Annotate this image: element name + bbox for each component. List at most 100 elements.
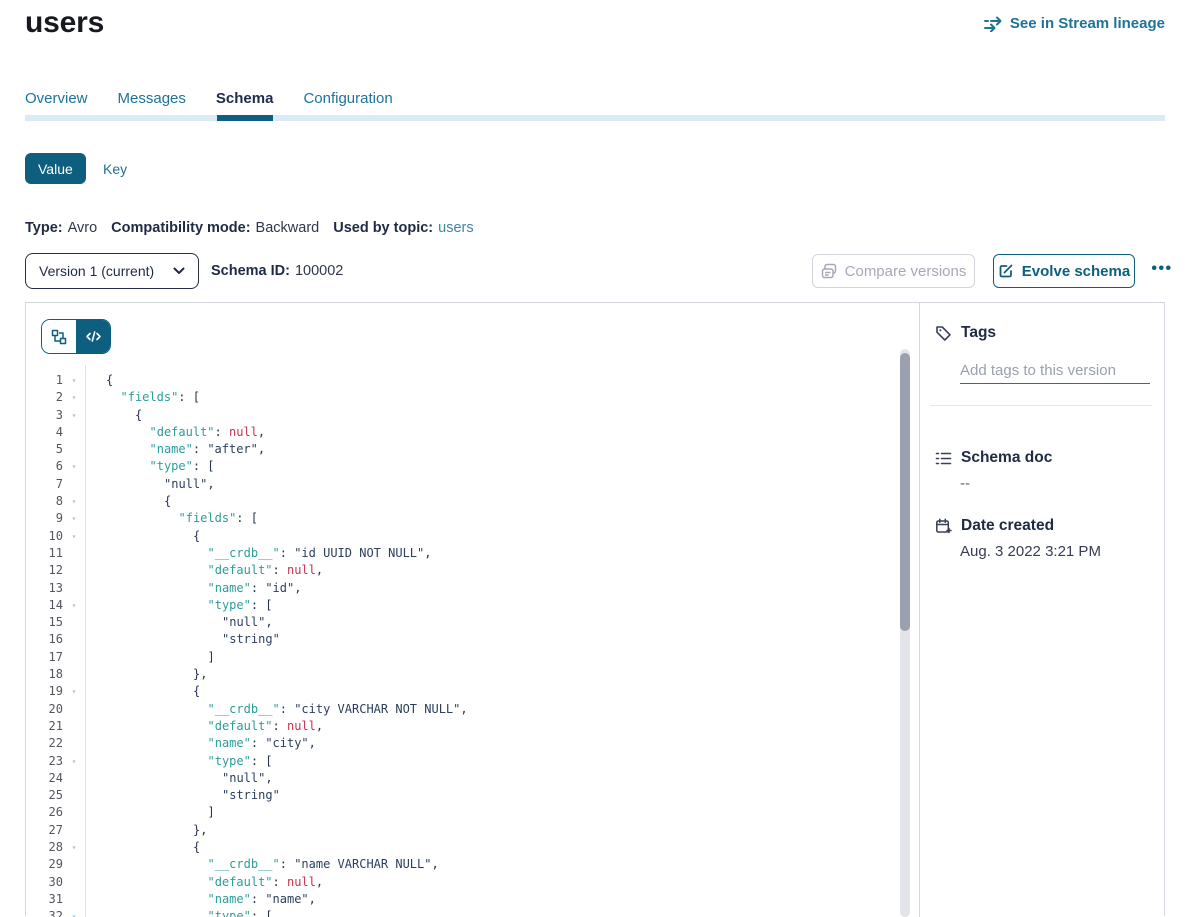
line-number: 5 — [26, 441, 63, 458]
code-line: 25"string" — [26, 787, 920, 804]
fold-spacer — [63, 804, 85, 821]
tree-view-button[interactable] — [42, 320, 76, 353]
code-view-button[interactable] — [76, 320, 110, 353]
code-line-text: }, — [85, 666, 207, 683]
fold-spacer — [63, 545, 85, 562]
code-line-text: "null", — [85, 770, 273, 787]
used-by-topic-label: Used by topic: — [333, 220, 433, 236]
fold-toggle[interactable]: ▾ — [63, 683, 85, 700]
code-line-text: { — [85, 372, 113, 389]
evolve-schema-button[interactable]: Evolve schema — [993, 254, 1135, 288]
code-line: 20"__crdb__": "city VARCHAR NOT NULL", — [26, 701, 920, 718]
line-number: 14 — [26, 597, 63, 614]
fold-spacer — [63, 856, 85, 873]
fold-spacer — [63, 787, 85, 804]
code-line: 18}, — [26, 666, 920, 683]
code-line: 1▾{ — [26, 372, 920, 389]
line-number: 3 — [26, 407, 63, 424]
fold-toggle[interactable]: ▾ — [63, 510, 85, 527]
code-line: 22"name": "city", — [26, 735, 920, 752]
code-line-text: "null", — [85, 614, 273, 631]
code-line-text: "__crdb__": "name VARCHAR NULL", — [85, 856, 439, 873]
tags-input[interactable] — [960, 357, 1150, 384]
calendar-plus-icon — [935, 518, 952, 535]
code-line-text: "string" — [85, 787, 280, 804]
line-number: 9 — [26, 510, 63, 527]
code-view-icon — [85, 330, 102, 343]
code-line: 2▾"fields": [ — [26, 389, 920, 406]
fold-toggle[interactable]: ▾ — [63, 839, 85, 856]
fold-spacer — [63, 718, 85, 735]
code-line: 6▾"type": [ — [26, 458, 920, 475]
fold-spacer — [63, 441, 85, 458]
see-in-stream-lineage-link[interactable]: See in Stream lineage — [984, 15, 1165, 32]
active-tab-indicator — [217, 115, 273, 121]
code-line: 19▾{ — [26, 683, 920, 700]
line-number: 10 — [26, 528, 63, 545]
code-line: 5 "name": "after", — [26, 441, 920, 458]
more-options-button[interactable]: ••• — [1144, 252, 1180, 286]
code-line-text: "string" — [85, 631, 280, 648]
tab-overview[interactable]: Overview — [25, 90, 88, 107]
key-tab-button[interactable]: Key — [103, 161, 127, 177]
fold-toggle[interactable]: ▾ — [63, 372, 85, 389]
code-line-text: "name": "after", — [85, 441, 265, 458]
schema-id: Schema ID: 100002 — [211, 253, 343, 289]
chevron-down-icon — [173, 267, 185, 275]
code-line-text: { — [85, 528, 200, 545]
fold-spacer — [63, 631, 85, 648]
tab-configuration[interactable]: Configuration — [303, 90, 392, 107]
schema-id-label: Schema ID: — [211, 263, 290, 279]
edit-icon — [998, 263, 1014, 279]
line-number: 2 — [26, 389, 63, 406]
code-line-text: "fields": [ — [85, 389, 200, 406]
tab-schema[interactable]: Schema — [216, 90, 274, 107]
code-line-text: "null", — [85, 476, 215, 493]
used-by-topic-link[interactable]: users — [438, 220, 473, 236]
line-number: 31 — [26, 891, 63, 908]
fold-toggle[interactable]: ▾ — [63, 753, 85, 770]
type-label: Type: — [25, 220, 63, 236]
line-number: 7 — [26, 476, 63, 493]
fold-spacer — [63, 424, 85, 441]
line-number: 15 — [26, 614, 63, 631]
schema-doc-section-header: Schema doc — [935, 449, 1052, 467]
scrollbar-thumb[interactable] — [900, 353, 910, 631]
date-created-value: Aug. 3 2022 3:21 PM — [960, 543, 1101, 560]
fold-spacer — [63, 614, 85, 631]
fold-toggle[interactable]: ▾ — [63, 528, 85, 545]
code-line: 12"default": null, — [26, 562, 920, 579]
fold-toggle[interactable]: ▾ — [63, 389, 85, 406]
schema-view-toggle — [41, 319, 111, 354]
schema-doc-value: -- — [960, 475, 970, 492]
version-select-value: Version 1 (current) — [39, 263, 154, 279]
code-line: 16"string" — [26, 631, 920, 648]
line-number: 19 — [26, 683, 63, 700]
line-number: 28 — [26, 839, 63, 856]
fold-toggle[interactable]: ▾ — [63, 597, 85, 614]
fold-spacer — [63, 476, 85, 493]
schema-doc-title: Schema doc — [961, 449, 1052, 467]
tag-icon — [935, 325, 952, 342]
line-number: 11 — [26, 545, 63, 562]
value-tab-button[interactable]: Value — [25, 153, 86, 184]
code-line: 26] — [26, 804, 920, 821]
code-line-text: "name": "city", — [85, 735, 316, 752]
line-number: 20 — [26, 701, 63, 718]
tab-messages[interactable]: Messages — [118, 90, 186, 107]
code-line: 30"default": null, — [26, 874, 920, 891]
fold-spacer — [63, 822, 85, 839]
code-line: 31"name": "name", — [26, 891, 920, 908]
code-line: 17] — [26, 649, 920, 666]
schema-details-sidebar: Tags Schema doc -- Date created Aug — [919, 303, 1164, 917]
compare-versions-button[interactable]: Compare versions — [812, 254, 975, 288]
tab-underline-track — [25, 115, 1165, 121]
fold-toggle[interactable]: ▾ — [63, 407, 85, 424]
line-number: 29 — [26, 856, 63, 873]
code-line: 4"default": null, — [26, 424, 920, 441]
fold-toggle[interactable]: ▾ — [63, 458, 85, 475]
code-line-text: "type": [ — [85, 597, 273, 614]
version-select[interactable]: Version 1 (current) — [25, 253, 199, 289]
fold-toggle[interactable]: ▾ — [63, 493, 85, 510]
code-line: 13"name": "id", — [26, 580, 920, 597]
